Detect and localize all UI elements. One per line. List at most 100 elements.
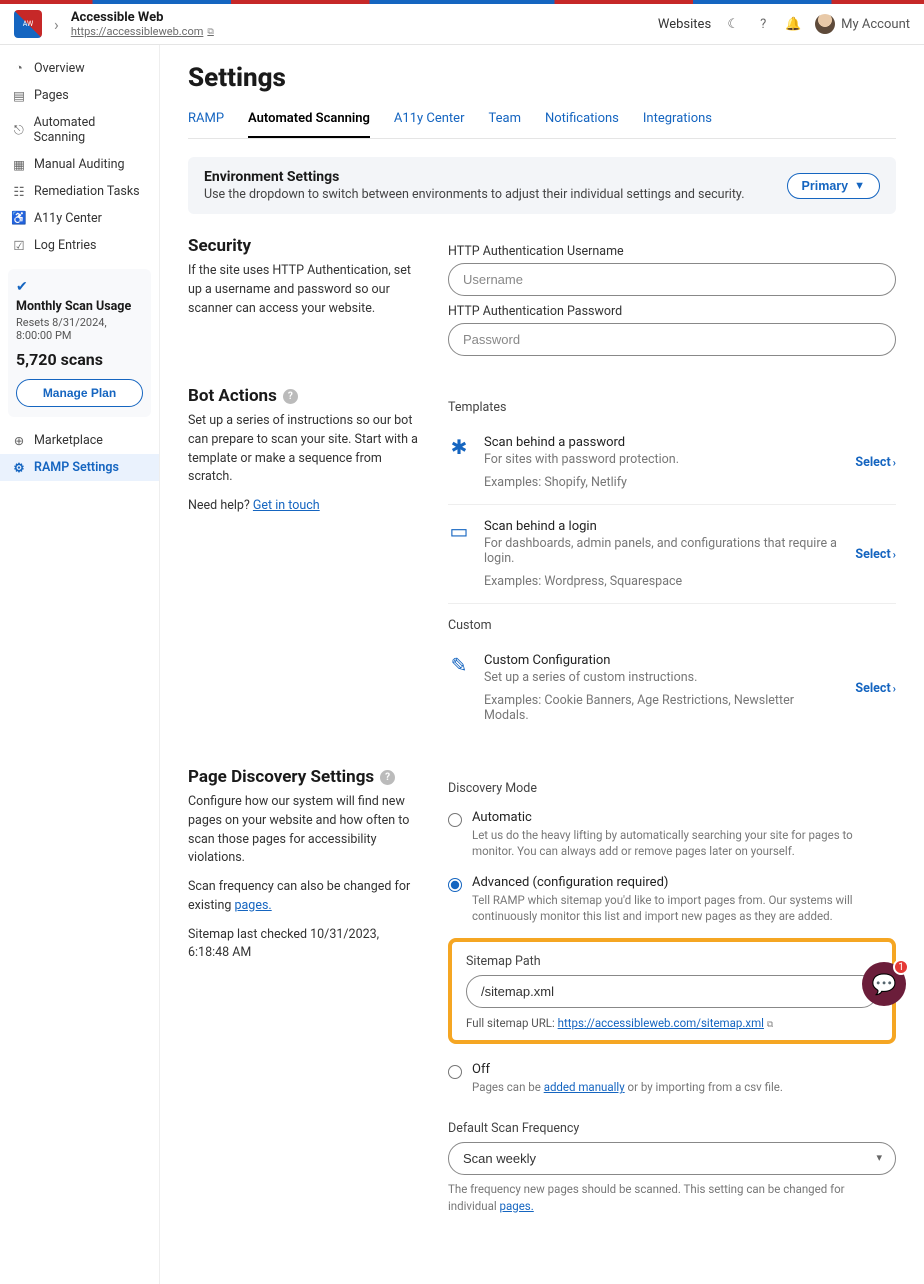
env-desc: Use the dropdown to switch between envir… [204,187,773,202]
avatar-icon [815,14,835,34]
manage-plan-button[interactable]: Manage Plan [16,379,143,407]
main-content: Settings RAMP Automated Scanning A11y Ce… [160,45,924,1284]
template-desc: For dashboards, admin panels, and config… [484,536,841,566]
sidebar-item-remediation[interactable]: ☷Remediation Tasks [0,178,159,205]
security-heading: Security [188,236,418,256]
tab-automated-scanning[interactable]: Automated Scanning [248,111,370,138]
help-icon[interactable]: ? [755,16,771,32]
sidebar-item-marketplace[interactable]: ⊕Marketplace [0,427,159,454]
chevron-right-icon: › [54,15,59,34]
usage-scans: 5,720 scans [16,350,143,369]
template-custom: ✎ Custom Configuration Set up a series o… [448,639,896,737]
discovery-freq-note: Scan frequency can also be changed for e… [188,878,418,916]
a11y-icon: ♿ [12,212,26,226]
http-pass-label: HTTP Authentication Password [448,304,896,319]
bot-help: Need help? Get in touch [188,497,418,516]
select-template-button[interactable]: Select› [855,455,896,470]
custom-label: Custom [448,618,896,633]
radio-desc: Pages can be added manually or by import… [472,1079,896,1095]
discovery-advanced[interactable]: Advanced (configuration required) Tell R… [448,867,896,932]
sidebar-item-log[interactable]: ☑Log Entries [0,232,159,259]
external-link-icon: ⧉ [207,27,213,37]
default-freq-select[interactable] [448,1142,896,1175]
sidebar: ◔Overview ▤Pages ⎋Automated Scanning ▦Ma… [0,45,160,1284]
template-examples: Examples: Wordpress, Squarespace [484,574,841,589]
radio-title: Advanced (configuration required) [472,875,896,890]
tab-team[interactable]: Team [488,111,521,138]
sidebar-item-automated-scanning[interactable]: ⎋Automated Scanning [0,109,159,151]
sitemap-path-label: Sitemap Path [466,954,878,969]
gauge-icon: ◔ [12,62,26,76]
get-in-touch-link[interactable]: Get in touch [253,498,320,513]
asterisk-icon: ✱ [448,435,470,459]
discovery-heading: Page Discovery Settings? [188,767,418,787]
caret-down-icon: ▾ [876,1151,882,1164]
sidebar-item-a11y-center[interactable]: ♿A11y Center [0,205,159,232]
moon-icon[interactable]: ☾ [725,16,741,32]
discovery-desc: Configure how our system will find new p… [188,793,418,868]
pencil-icon: ✎ [448,653,470,677]
select-template-button[interactable]: Select› [855,681,896,696]
bell-icon[interactable]: 🔔 [785,16,801,32]
tab-notifications[interactable]: Notifications [545,111,619,138]
sidebar-item-overview[interactable]: ◔Overview [0,55,159,82]
chevron-right-icon: › [893,548,896,561]
sitemap-path-input[interactable] [466,975,878,1008]
template-title: Custom Configuration [484,653,841,668]
radio-desc: Tell RAMP which sitemap you'd like to im… [472,892,896,924]
sitemap-last-checked: Sitemap last checked 10/31/2023, 6:18:48… [188,926,418,964]
template-password: ✱ Scan behind a password For sites with … [448,421,896,505]
sitemap-url-link[interactable]: https://accessibleweb.com/sitemap.xml [558,1016,764,1030]
chat-fab[interactable]: 💬 1 [862,962,906,1006]
pages-link[interactable]: pages. [500,1199,534,1213]
log-icon: ☑ [12,239,26,253]
http-pass-input[interactable] [448,323,896,356]
audit-icon: ▦ [12,158,26,172]
automatic-radio[interactable] [448,813,462,827]
bot-desc: Set up a series of instructions so our b… [188,412,418,487]
chat-badge: 1 [893,959,909,975]
websites-link[interactable]: Websites [658,17,711,32]
environment-banner: Environment Settings Use the dropdown to… [188,157,896,214]
discovery-off[interactable]: Off Pages can be added manually or by im… [448,1054,896,1103]
http-user-input[interactable] [448,263,896,296]
plus-circle-icon: ⊕ [12,434,26,448]
radio-desc: Let us do the heavy lifting by automatic… [472,827,896,859]
usage-resets: Resets 8/31/2024, 8:00:00 PM [16,316,143,342]
bot-section: Bot Actions? Set up a series of instruct… [188,386,896,737]
gear-icon: ⚙ [12,461,26,475]
template-examples: Examples: Cookie Banners, Age Restrictio… [484,693,841,723]
security-desc: If the site uses HTTP Authentication, se… [188,262,418,318]
account-menu[interactable]: My Account [815,14,910,34]
sidebar-item-pages[interactable]: ▤Pages [0,82,159,109]
environment-dropdown[interactable]: Primary▼ [787,173,880,199]
radio-title: Off [472,1062,896,1077]
help-tooltip-icon[interactable]: ? [380,770,395,785]
site-url-link[interactable]: https://accessibleweb.com ⧉ [71,25,214,38]
tasks-icon: ☷ [12,185,26,199]
discovery-automatic[interactable]: Automatic Let us do the heavy lifting by… [448,802,896,867]
template-examples: Examples: Shopify, Netlify [484,475,841,490]
sidebar-item-ramp-settings[interactable]: ⚙RAMP Settings [0,454,159,481]
template-login: ▭ Scan behind a login For dashboards, ad… [448,505,896,604]
tab-ramp[interactable]: RAMP [188,111,224,138]
help-tooltip-icon[interactable]: ? [283,389,298,404]
select-template-button[interactable]: Select› [855,547,896,562]
added-manually-link[interactable]: added manually [544,1080,625,1094]
off-radio[interactable] [448,1065,462,1079]
http-user-label: HTTP Authentication Username [448,244,896,259]
default-freq-label: Default Scan Frequency [448,1121,896,1136]
tab-integrations[interactable]: Integrations [643,111,712,138]
discovery-mode-label: Discovery Mode [448,781,896,796]
usage-panel: ✔ Monthly Scan Usage Resets 8/31/2024, 8… [8,269,151,417]
sitemap-full-url: Full sitemap URL: https://accessibleweb.… [466,1016,878,1030]
sitemap-highlight: Sitemap Path Full sitemap URL: https://a… [448,938,896,1044]
chevron-right-icon: › [893,682,896,695]
template-desc: For sites with password protection. [484,452,841,467]
header: AW › Accessible Web https://accessiblewe… [0,4,924,45]
sidebar-item-manual-auditing[interactable]: ▦Manual Auditing [0,151,159,178]
advanced-radio[interactable] [448,878,462,892]
bot-heading: Bot Actions? [188,386,418,406]
tab-a11y-center[interactable]: A11y Center [394,111,465,138]
pages-link[interactable]: pages. [234,898,271,913]
